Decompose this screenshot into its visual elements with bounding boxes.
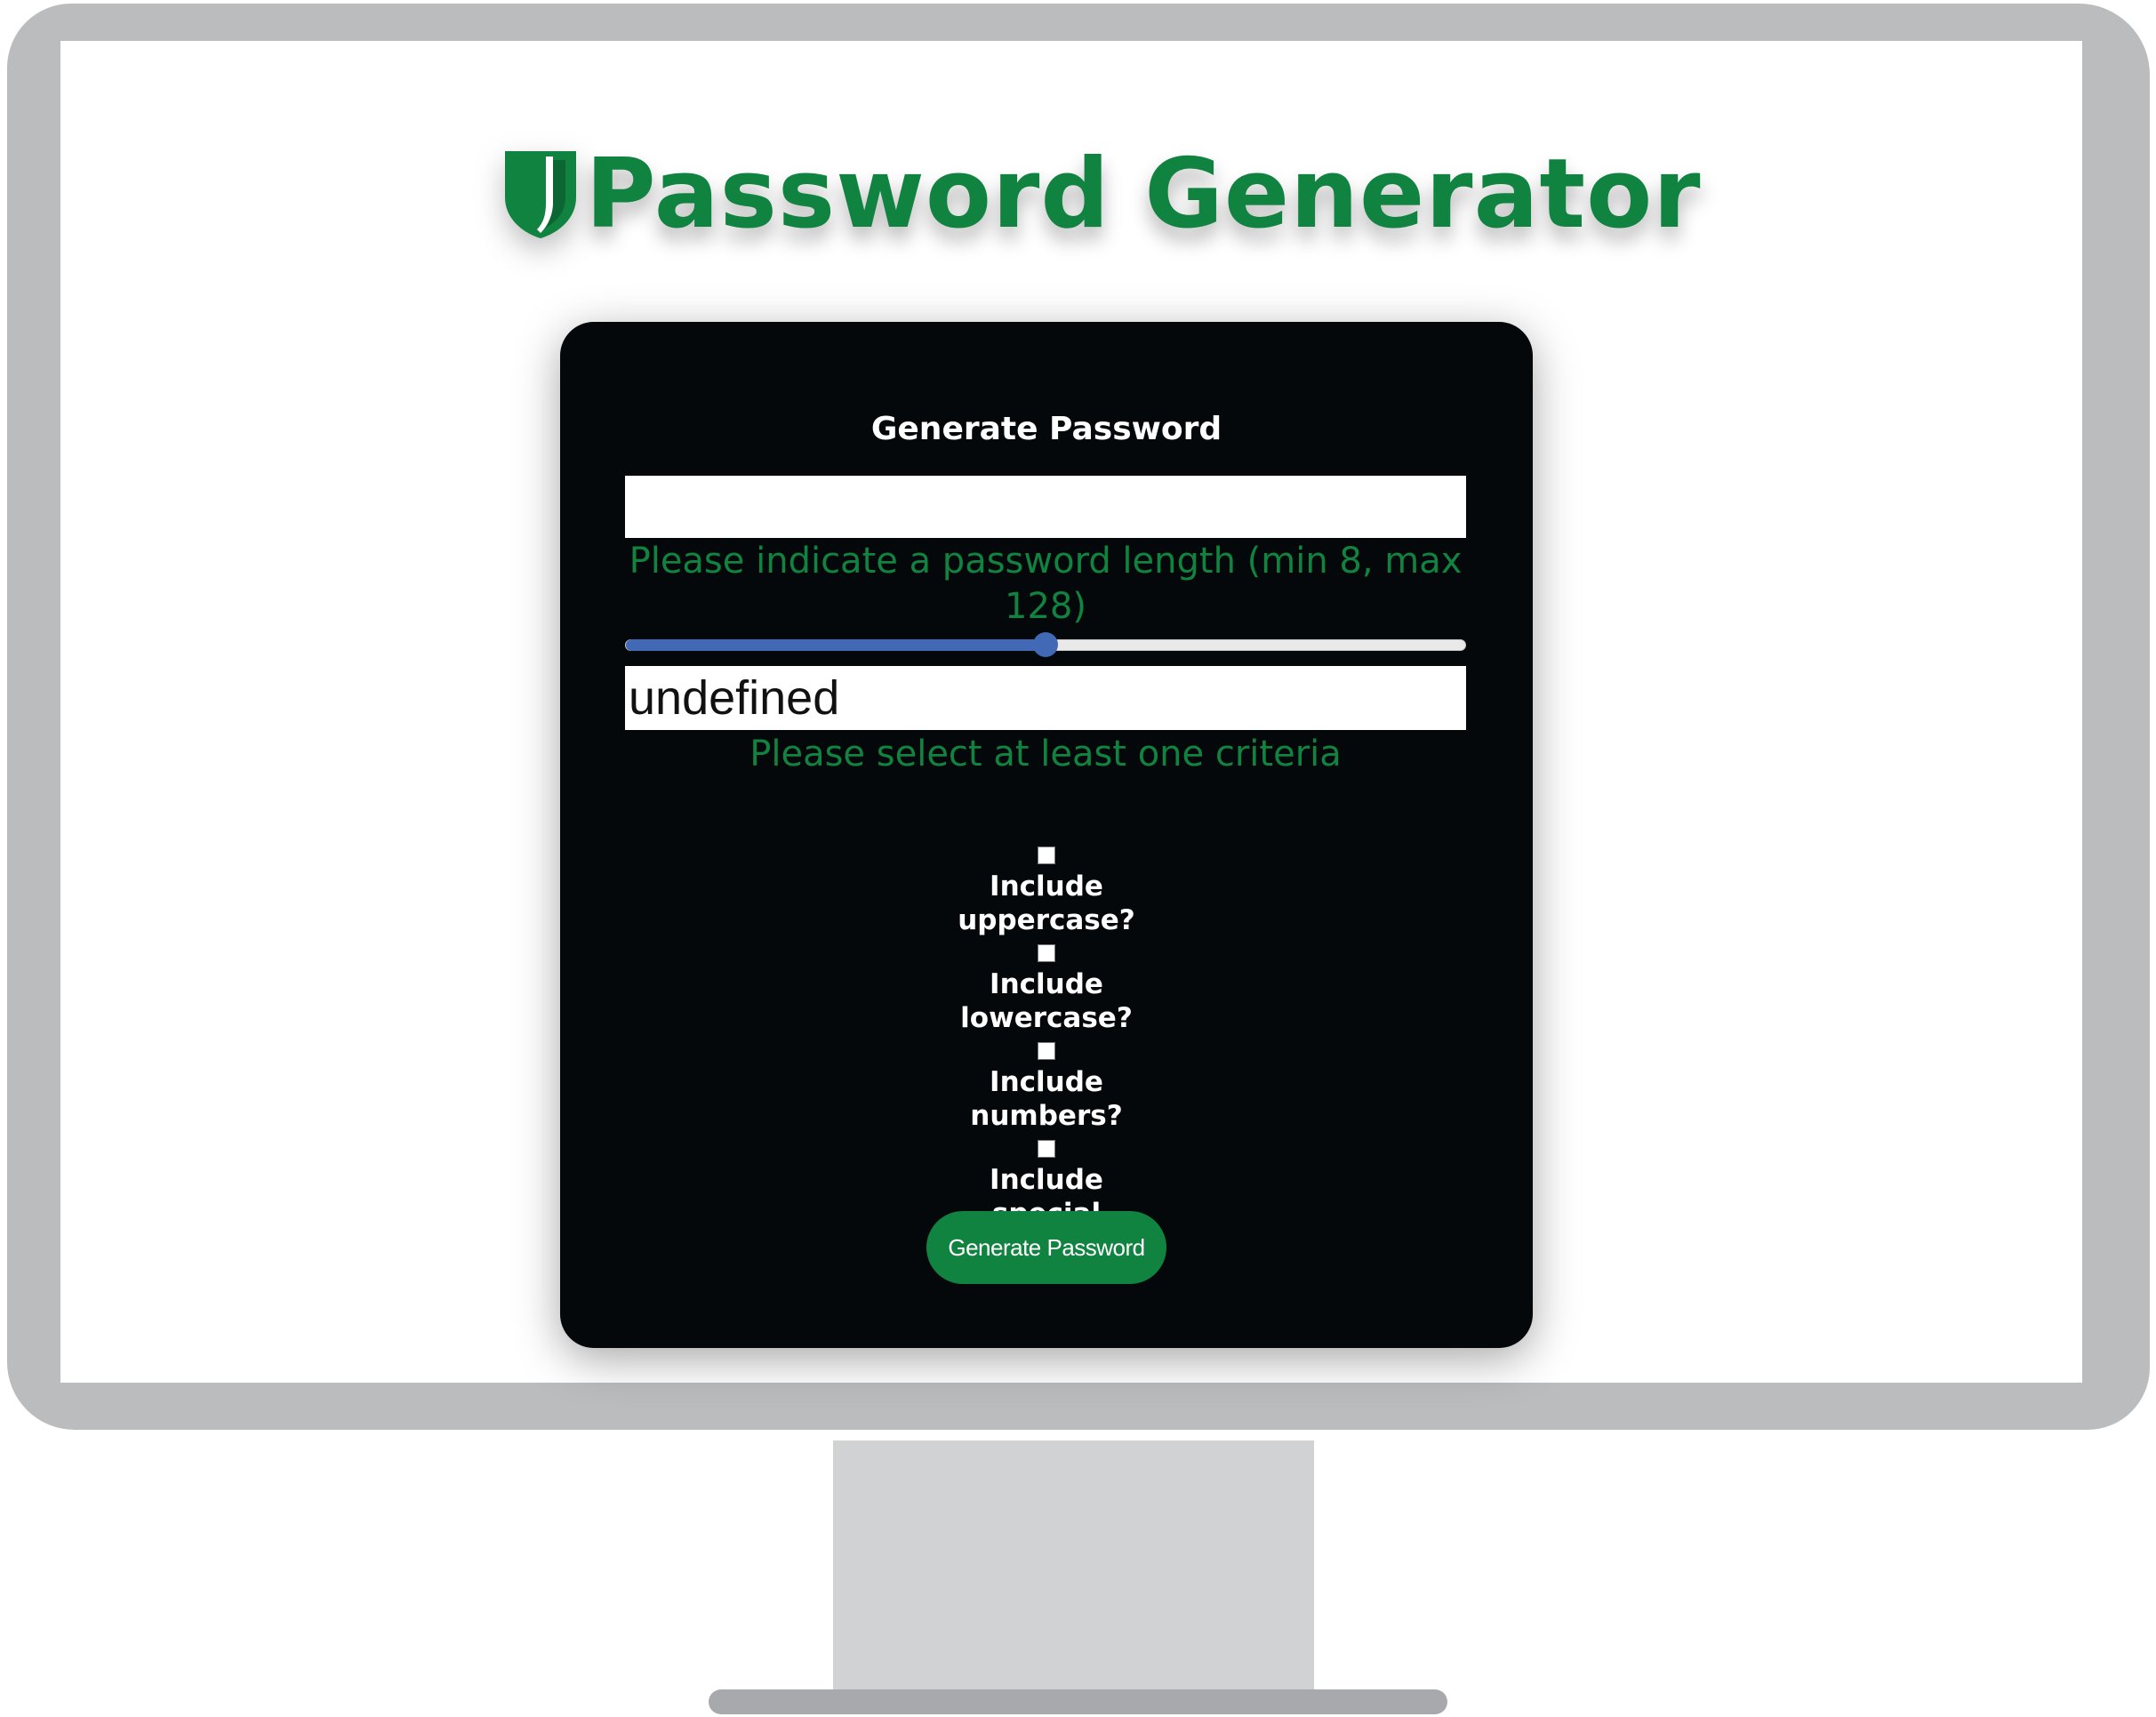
lowercase-label: Include lowercase? [960, 968, 1133, 1034]
length-slider[interactable] [625, 632, 1466, 657]
generate-password-button[interactable]: Generate Password [926, 1211, 1166, 1284]
length-slider-thumb[interactable] [1033, 632, 1058, 657]
monitor-stand-neck [833, 1440, 1314, 1698]
shield-icon [505, 151, 577, 238]
monitor-illustration: Password Generator Generate Password Ple… [0, 0, 2156, 1717]
criteria-lowercase: Include lowercase? [931, 944, 1162, 1035]
password-output-field[interactable] [625, 476, 1466, 538]
app-header: Password Generator [60, 139, 2143, 250]
length-slider-fill [626, 639, 1046, 651]
numbers-label: Include numbers? [970, 1066, 1123, 1132]
app-title: Password Generator [585, 138, 1702, 250]
password-generator-card: Generate Password Please indicate a pass… [560, 322, 1533, 1348]
length-value-display: undefined [625, 666, 1466, 730]
criteria-uppercase: Include uppercase? [931, 846, 1162, 937]
card-title: Generate Password [870, 411, 1222, 447]
criteria-list: Include uppercase? Include lowercase? In… [560, 846, 1533, 1272]
monitor-stand-base [709, 1689, 1447, 1714]
header-brand: Password Generator [501, 139, 1701, 250]
numbers-checkbox[interactable] [1038, 1042, 1055, 1060]
special-characters-checkbox[interactable] [1038, 1140, 1055, 1158]
length-hint-text: Please indicate a password length (min 8… [629, 541, 1463, 627]
uppercase-label: Include uppercase? [958, 871, 1135, 936]
uppercase-checkbox[interactable] [1038, 846, 1055, 864]
criteria-hint-text: Please select at least one criteria [749, 734, 1342, 774]
criteria-numbers: Include numbers? [931, 1042, 1162, 1133]
lowercase-checkbox[interactable] [1038, 944, 1055, 962]
